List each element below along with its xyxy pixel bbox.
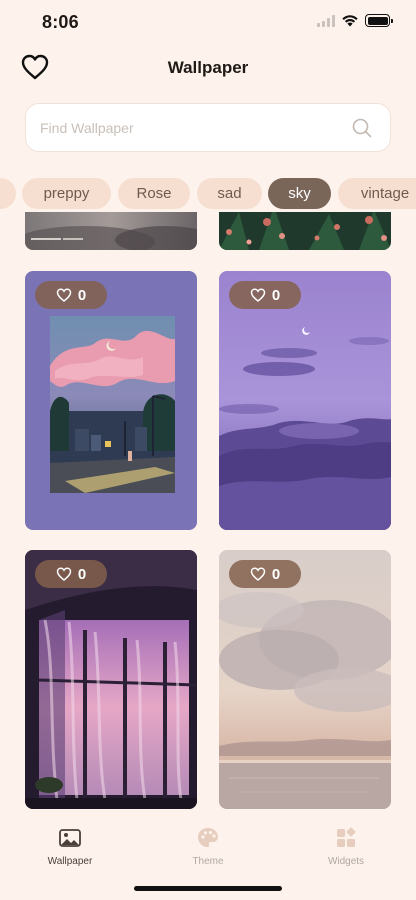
- like-count: 0: [271, 286, 281, 304]
- home-indicator[interactable]: [134, 886, 282, 891]
- search-input[interactable]: [40, 104, 340, 151]
- wallpaper-image: [25, 550, 197, 809]
- wallpaper-image: [25, 212, 197, 250]
- like-count-badge[interactable]: 0: [229, 281, 301, 309]
- tab-widgets[interactable]: Widgets: [296, 826, 396, 867]
- wifi-icon: [342, 15, 358, 27]
- like-count: 0: [77, 565, 87, 583]
- status-icons: [317, 14, 393, 27]
- like-count-badge[interactable]: 0: [35, 560, 107, 588]
- wallpaper-card[interactable]: 0: [25, 271, 197, 530]
- header: Wallpaper: [0, 48, 416, 88]
- heart-icon: [250, 567, 266, 581]
- status-time: 8:06: [42, 12, 79, 32]
- tab-label: Widgets: [327, 856, 365, 867]
- cellular-signal-icon: [317, 14, 335, 27]
- tag-sky[interactable]: sky: [268, 178, 331, 209]
- tag-sad[interactable]: sad: [197, 178, 262, 209]
- tag-partial[interactable]: [0, 178, 16, 209]
- heart-icon: [250, 288, 266, 302]
- wallpaper-image: [219, 271, 391, 530]
- heart-icon: [56, 567, 72, 581]
- wallpaper-grid: 0 0 0 0: [0, 212, 416, 812]
- palette-icon: [198, 828, 218, 847]
- tag-rose[interactable]: Rose: [118, 178, 190, 209]
- wallpaper-image: [219, 550, 391, 809]
- tab-label: Wallpaper: [47, 856, 93, 867]
- widgets-icon: [337, 827, 356, 847]
- like-count: 0: [271, 565, 281, 583]
- category-tags: preppy Rose sad sky vintage: [0, 178, 416, 210]
- wallpaper-card-partial-left[interactable]: [25, 212, 197, 250]
- wallpaper-image: [219, 212, 391, 250]
- search-icon[interactable]: [352, 118, 372, 138]
- tab-label: Theme: [192, 856, 224, 867]
- wallpaper-card[interactable]: 0: [25, 550, 197, 809]
- wallpaper-card[interactable]: 0: [219, 550, 391, 809]
- page-title: Wallpaper: [167, 58, 249, 77]
- heart-icon: [56, 288, 72, 302]
- like-count-badge[interactable]: 0: [35, 281, 107, 309]
- tab-wallpaper[interactable]: Wallpaper: [20, 826, 120, 867]
- like-count: 0: [77, 286, 87, 304]
- wallpaper-card[interactable]: 0: [219, 271, 391, 530]
- tag-vintage[interactable]: vintage: [338, 178, 416, 209]
- tab-theme[interactable]: Theme: [158, 826, 258, 867]
- image-icon: [59, 829, 81, 847]
- tag-preppy[interactable]: preppy: [22, 178, 111, 209]
- search-bar: [25, 103, 391, 152]
- wallpaper-image: [25, 271, 197, 530]
- status-bar: 8:06: [0, 0, 416, 46]
- battery-icon: [365, 14, 393, 27]
- wallpaper-card-partial-right[interactable]: [219, 212, 391, 250]
- like-count-badge[interactable]: 0: [229, 560, 301, 588]
